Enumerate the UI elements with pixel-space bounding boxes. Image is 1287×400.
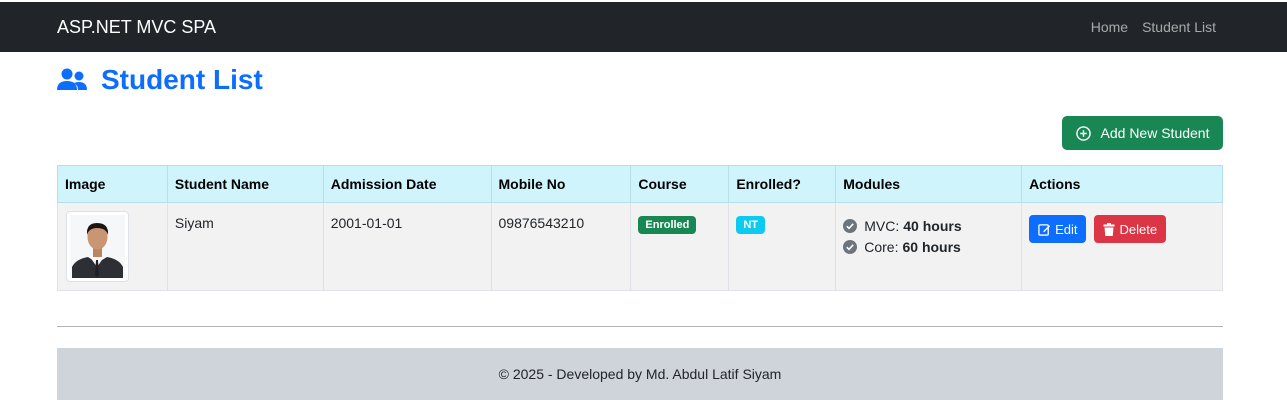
nav-link-home[interactable]: Home [1091,19,1128,35]
navbar: ASP.NET MVC SPA Home Student List [0,2,1287,52]
edit-button[interactable]: Edit [1029,215,1087,243]
add-new-student-button[interactable]: Add New Student [1062,116,1223,150]
header-course: Course [630,165,730,203]
modules-list: MVC: 40 hours Core: 60 hours [843,215,1014,257]
table-row: Siyam 2001-01-01 09876543210 Enrolled NT [57,202,1223,291]
header-image: Image [57,165,168,203]
edit-label: Edit [1055,221,1078,237]
cell-actions: Edit Delete [1021,202,1223,291]
cell-admission-date: 2001-01-01 [322,202,492,291]
users-icon [57,68,87,92]
trash-icon [1103,222,1115,236]
module-item: Core: 60 hours [843,236,1014,257]
module-item: MVC: 40 hours [843,215,1014,236]
module-label: MVC: [864,217,900,234]
delete-button[interactable]: Delete [1094,215,1167,243]
header-mobile-no: Mobile No [490,165,632,203]
header-student-name: Student Name [166,165,324,203]
edit-icon [1038,223,1051,236]
page-title: Student List [57,60,263,100]
course-badge: Enrolled [638,216,697,234]
delete-label: Delete [1119,221,1158,237]
row-actions: Edit Delete [1029,215,1215,243]
cell-enrolled: NT [728,202,837,291]
nav-link-student-list[interactable]: Student List [1142,19,1216,35]
cell-image [57,202,168,291]
footer-divider [57,326,1223,327]
check-circle-icon [843,218,858,233]
brand-link[interactable]: ASP.NET MVC SPA [57,2,216,52]
table-header-row: Image Student Name Admission Date Mobile… [57,165,1223,203]
module-hours: 40 hours [903,217,962,234]
plus-circle-icon [1075,125,1091,141]
enrolled-badge: NT [736,216,765,234]
students-table: Image Student Name Admission Date Mobile… [57,165,1223,291]
cell-student-name: Siyam [166,202,324,291]
check-circle-icon [843,239,858,254]
header-modules: Modules [835,165,1023,203]
student-photo [66,211,129,282]
cell-modules: MVC: 40 hours Core: 60 hours [835,202,1023,291]
page-title-text: Student List [101,64,263,95]
footer: © 2025 - Developed by Md. Abdul Latif Si… [57,348,1223,400]
module-hours: 60 hours [902,238,961,255]
cell-mobile-no: 09876543210 [490,202,632,291]
footer-text: © 2025 - Developed by Md. Abdul Latif Si… [498,366,782,382]
cell-course: Enrolled [630,202,730,291]
nav-links: Home Student List [1091,2,1216,52]
header-enrolled: Enrolled? [728,165,837,203]
add-new-student-label: Add New Student [1100,125,1210,141]
header-admission-date: Admission Date [322,165,492,203]
header-actions: Actions [1021,165,1223,203]
module-label: Core: [864,238,899,255]
